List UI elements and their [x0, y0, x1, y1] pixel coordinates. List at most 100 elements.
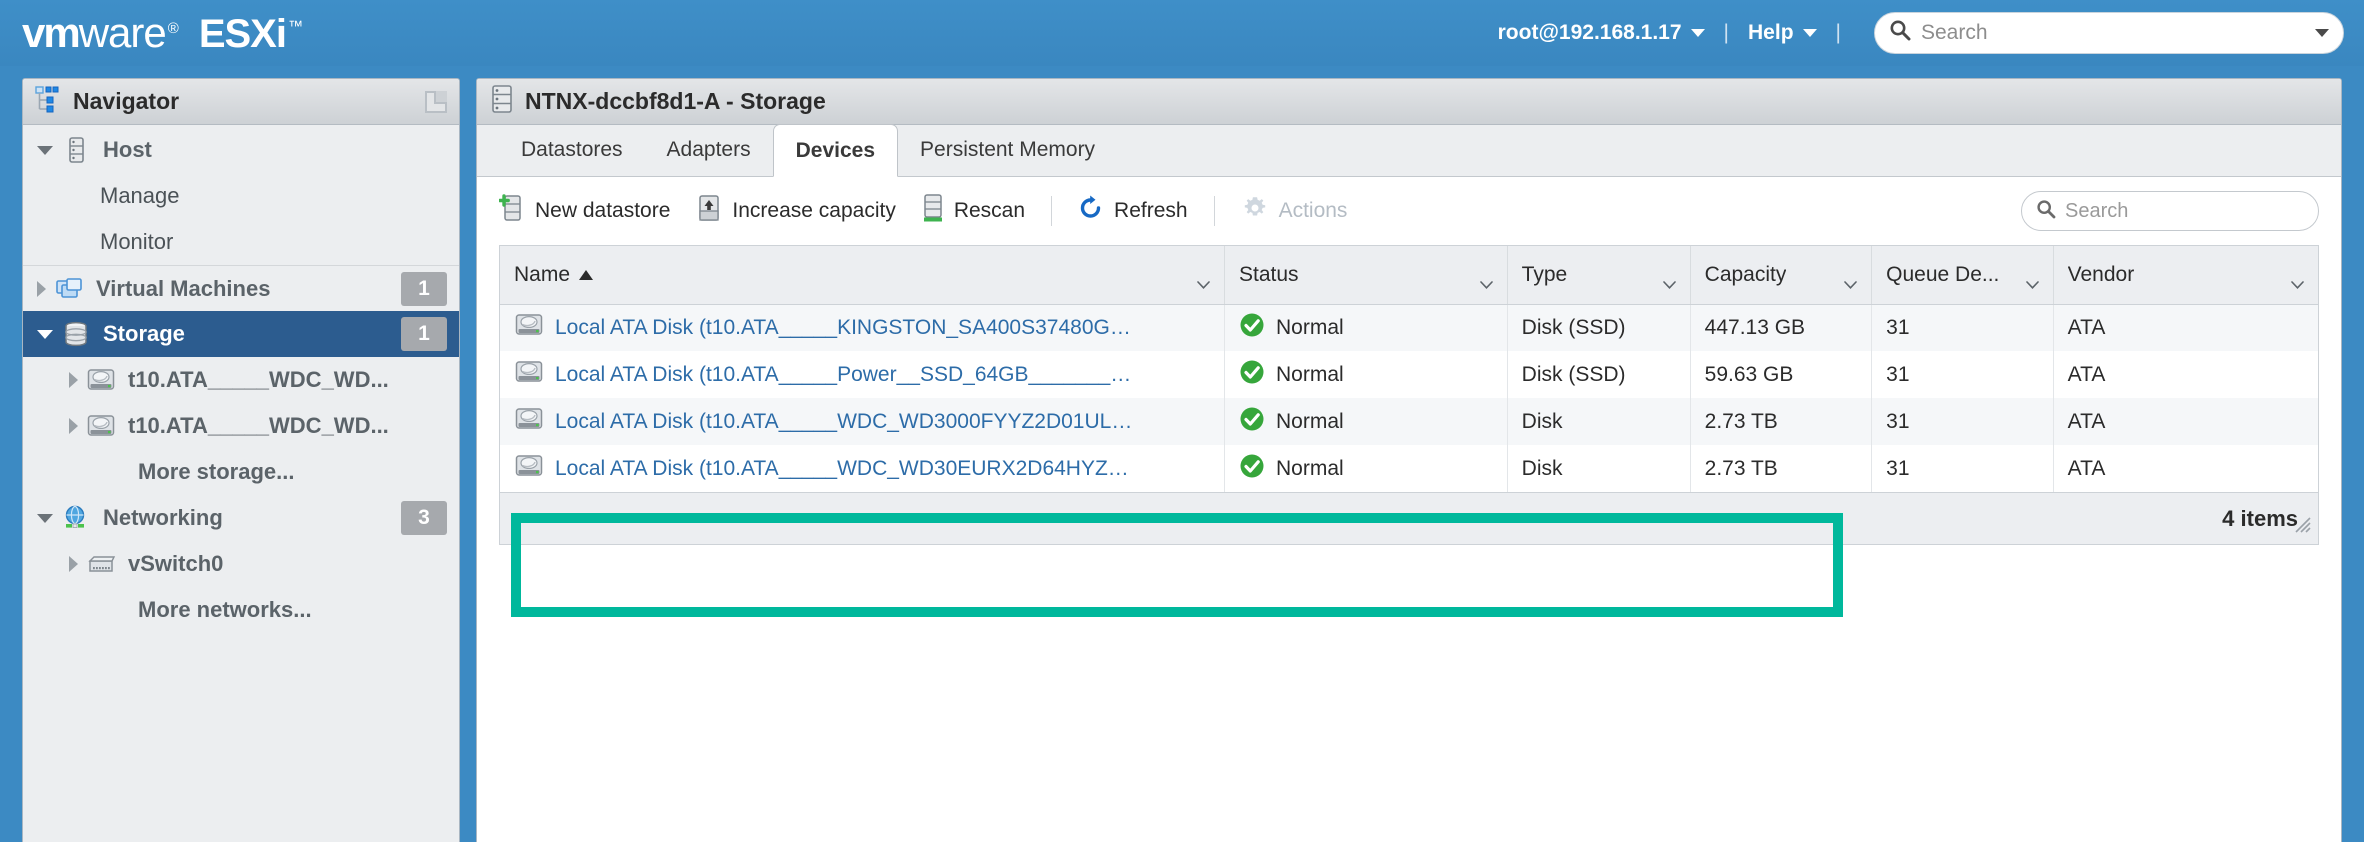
navigator-tree: HostManageMonitorVirtual Machines1Storag… — [23, 125, 459, 633]
device-name-link[interactable]: Local ATA Disk (t10.ATA_____Power__SSD_6… — [555, 363, 1131, 387]
sidebar-item-label: Virtual Machines — [96, 276, 270, 302]
chevron-right-icon[interactable] — [69, 372, 78, 388]
tab-bar: Datastores Adapters Devices Persistent Memo… — [477, 125, 2341, 177]
sidebar-item-count-badge: 1 — [401, 317, 447, 351]
device-name-link[interactable]: Local ATA Disk (t10.ATA_____WDC_WD30EURX… — [555, 457, 1129, 481]
chevron-right-icon[interactable] — [69, 556, 78, 572]
status-cell: Normal — [1225, 351, 1508, 398]
rescan-icon — [922, 194, 944, 228]
column-menu-chevron-down-icon[interactable] — [1663, 271, 1676, 279]
device-type-cell: Disk (SSD) — [1507, 304, 1690, 351]
sidebar-item-more-storage[interactable]: More storage... — [23, 449, 459, 495]
sidebar-item-more-networks[interactable]: More networks... — [23, 587, 459, 633]
vmware-esxi-logo: vmware® ESXi™ — [22, 9, 303, 57]
tab-adapters[interactable]: Adapters — [645, 124, 773, 176]
increase-capacity-button[interactable]: Increase capacity — [696, 194, 895, 228]
queue-depth-cell: 31 — [1872, 398, 2054, 445]
device-name-cell[interactable]: Local ATA Disk (t10.ATA_____KINGSTON_SA4… — [500, 304, 1225, 351]
chevron-down-icon[interactable] — [37, 330, 53, 339]
sidebar-item-t10-ata-wdc-wd[interactable]: t10.ATA_____WDC_WD... — [23, 357, 459, 403]
table-row[interactable]: Local ATA Disk (t10.ATA_____KINGSTON_SA4… — [500, 304, 2318, 351]
capacity-cell: 59.63 GB — [1690, 351, 1872, 398]
capacity-cell: 447.13 GB — [1690, 304, 1872, 351]
tab-label: Devices — [796, 139, 875, 163]
column-header-queue-de[interactable]: Queue De... — [1872, 246, 2054, 304]
header-separator-2: | — [1836, 21, 1841, 45]
status-ok-icon — [1239, 406, 1265, 438]
sidebar-item-count-badge: 3 — [401, 501, 447, 535]
column-menu-chevron-down-icon[interactable] — [2291, 271, 2304, 279]
disk-icon — [514, 451, 544, 487]
sidebar-item-networking[interactable]: Networking3 — [23, 495, 459, 541]
global-search-chevron-down-icon[interactable] — [2315, 29, 2329, 37]
rescan-label: Rescan — [954, 199, 1025, 223]
column-menu-chevron-down-icon[interactable] — [2026, 271, 2039, 279]
queue-depth-cell: 31 — [1872, 304, 2054, 351]
table-row[interactable]: Local ATA Disk (t10.ATA_____WDC_WD30EURX… — [500, 445, 2318, 492]
navigator-collapse-button[interactable] — [425, 91, 447, 113]
tab-datastores[interactable]: Datastores — [499, 124, 645, 176]
column-header-name[interactable]: Name — [500, 246, 1225, 304]
device-name-cell[interactable]: Local ATA Disk (t10.ATA_____Power__SSD_6… — [500, 351, 1225, 398]
resize-grip-icon[interactable] — [2292, 514, 2312, 539]
column-menu-chevron-down-icon[interactable] — [1197, 271, 1210, 279]
sidebar-item-label: More storage... — [138, 459, 294, 485]
table-header-row: Name Status Type CapacityQueue De...Vendor — [500, 246, 2318, 304]
user-menu-chevron-down-icon[interactable] — [1691, 29, 1705, 37]
status-ok-icon — [1239, 359, 1265, 391]
column-menu-chevron-down-icon[interactable] — [1480, 271, 1493, 279]
device-name-cell[interactable]: Local ATA Disk (t10.ATA_____WDC_WD30EURX… — [500, 445, 1225, 492]
tab-persistent-memory[interactable]: Persistent Memory — [898, 124, 1117, 176]
new-datastore-button[interactable]: New datastore — [499, 194, 670, 228]
sidebar-item-virtual-machines[interactable]: Virtual Machines1 — [23, 265, 459, 311]
sidebar-item-label: Monitor — [100, 229, 173, 255]
logo-trademark-mark: ™ — [288, 18, 303, 35]
gear-icon — [1241, 194, 1269, 228]
sidebar-item-vswitch0[interactable]: vSwitch0 — [23, 541, 459, 587]
toolbar-divider-2 — [1214, 196, 1215, 226]
actions-label: Actions — [1279, 199, 1348, 223]
column-header-type[interactable]: Type — [1507, 246, 1690, 304]
user-menu-label[interactable]: root@192.168.1.17 — [1498, 21, 1682, 45]
body-area: Navigator Host Manage Monitor Virtual Machi… — [0, 66, 2364, 842]
help-menu-label[interactable]: Help — [1748, 21, 1794, 45]
global-search-input[interactable]: Search — [1921, 21, 2315, 45]
column-header-capacity[interactable]: Capacity — [1690, 246, 1872, 304]
sidebar-item-label: Host — [103, 137, 152, 163]
chevron-down-icon[interactable] — [37, 146, 53, 155]
table-search-box[interactable]: Search — [2021, 191, 2319, 231]
device-name-link[interactable]: Local ATA Disk (t10.ATA_____WDC_WD3000FY… — [555, 410, 1132, 434]
actions-button[interactable]: Actions — [1241, 194, 1348, 228]
device-name-link[interactable]: Local ATA Disk (t10.ATA_____KINGSTON_SA4… — [555, 316, 1131, 340]
table-row[interactable]: Local ATA Disk (t10.ATA_____WDC_WD3000FY… — [500, 398, 2318, 445]
column-header-label: Type — [1522, 263, 1568, 287]
sidebar-item-monitor[interactable]: Monitor — [23, 219, 459, 265]
sidebar-item-host[interactable]: Host — [23, 127, 459, 173]
refresh-button[interactable]: Refresh — [1078, 194, 1188, 228]
column-menu-chevron-down-icon[interactable] — [1844, 271, 1857, 279]
navigator-panel: Navigator Host Manage Monitor Virtual Machi… — [22, 78, 460, 842]
table-row[interactable]: Local ATA Disk (t10.ATA_____Power__SSD_6… — [500, 351, 2318, 398]
queue-depth-cell: 31 — [1872, 351, 2054, 398]
tab-label: Datastores — [521, 138, 623, 162]
column-header-vendor[interactable]: Vendor — [2053, 246, 2318, 304]
table-search-input[interactable]: Search — [2065, 200, 2128, 223]
device-name-cell[interactable]: Local ATA Disk (t10.ATA_____WDC_WD3000FY… — [500, 398, 1225, 445]
chevron-right-icon[interactable] — [69, 418, 78, 434]
sidebar-item-t10-ata-wdc-wd[interactable]: t10.ATA_____WDC_WD... — [23, 403, 459, 449]
sidebar-item-manage[interactable]: Manage — [23, 173, 459, 219]
queue-depth-cell: 31 — [1872, 445, 2054, 492]
global-search-box[interactable]: Search — [1874, 12, 2344, 54]
capacity-cell: 2.73 TB — [1690, 445, 1872, 492]
top-bar-right: root@192.168.1.17 | Help | Search — [1498, 12, 2344, 54]
help-menu-chevron-down-icon[interactable] — [1803, 29, 1817, 37]
navigator-title: Navigator — [73, 88, 179, 115]
chevron-right-icon[interactable] — [37, 281, 46, 297]
status-label: Normal — [1276, 457, 1344, 481]
tab-devices[interactable]: Devices — [773, 124, 898, 177]
column-header-status[interactable]: Status — [1225, 246, 1508, 304]
column-header-label: Status — [1239, 263, 1299, 287]
sidebar-item-storage[interactable]: Storage1 — [23, 311, 459, 357]
chevron-down-icon[interactable] — [37, 514, 53, 523]
rescan-button[interactable]: Rescan — [922, 194, 1025, 228]
